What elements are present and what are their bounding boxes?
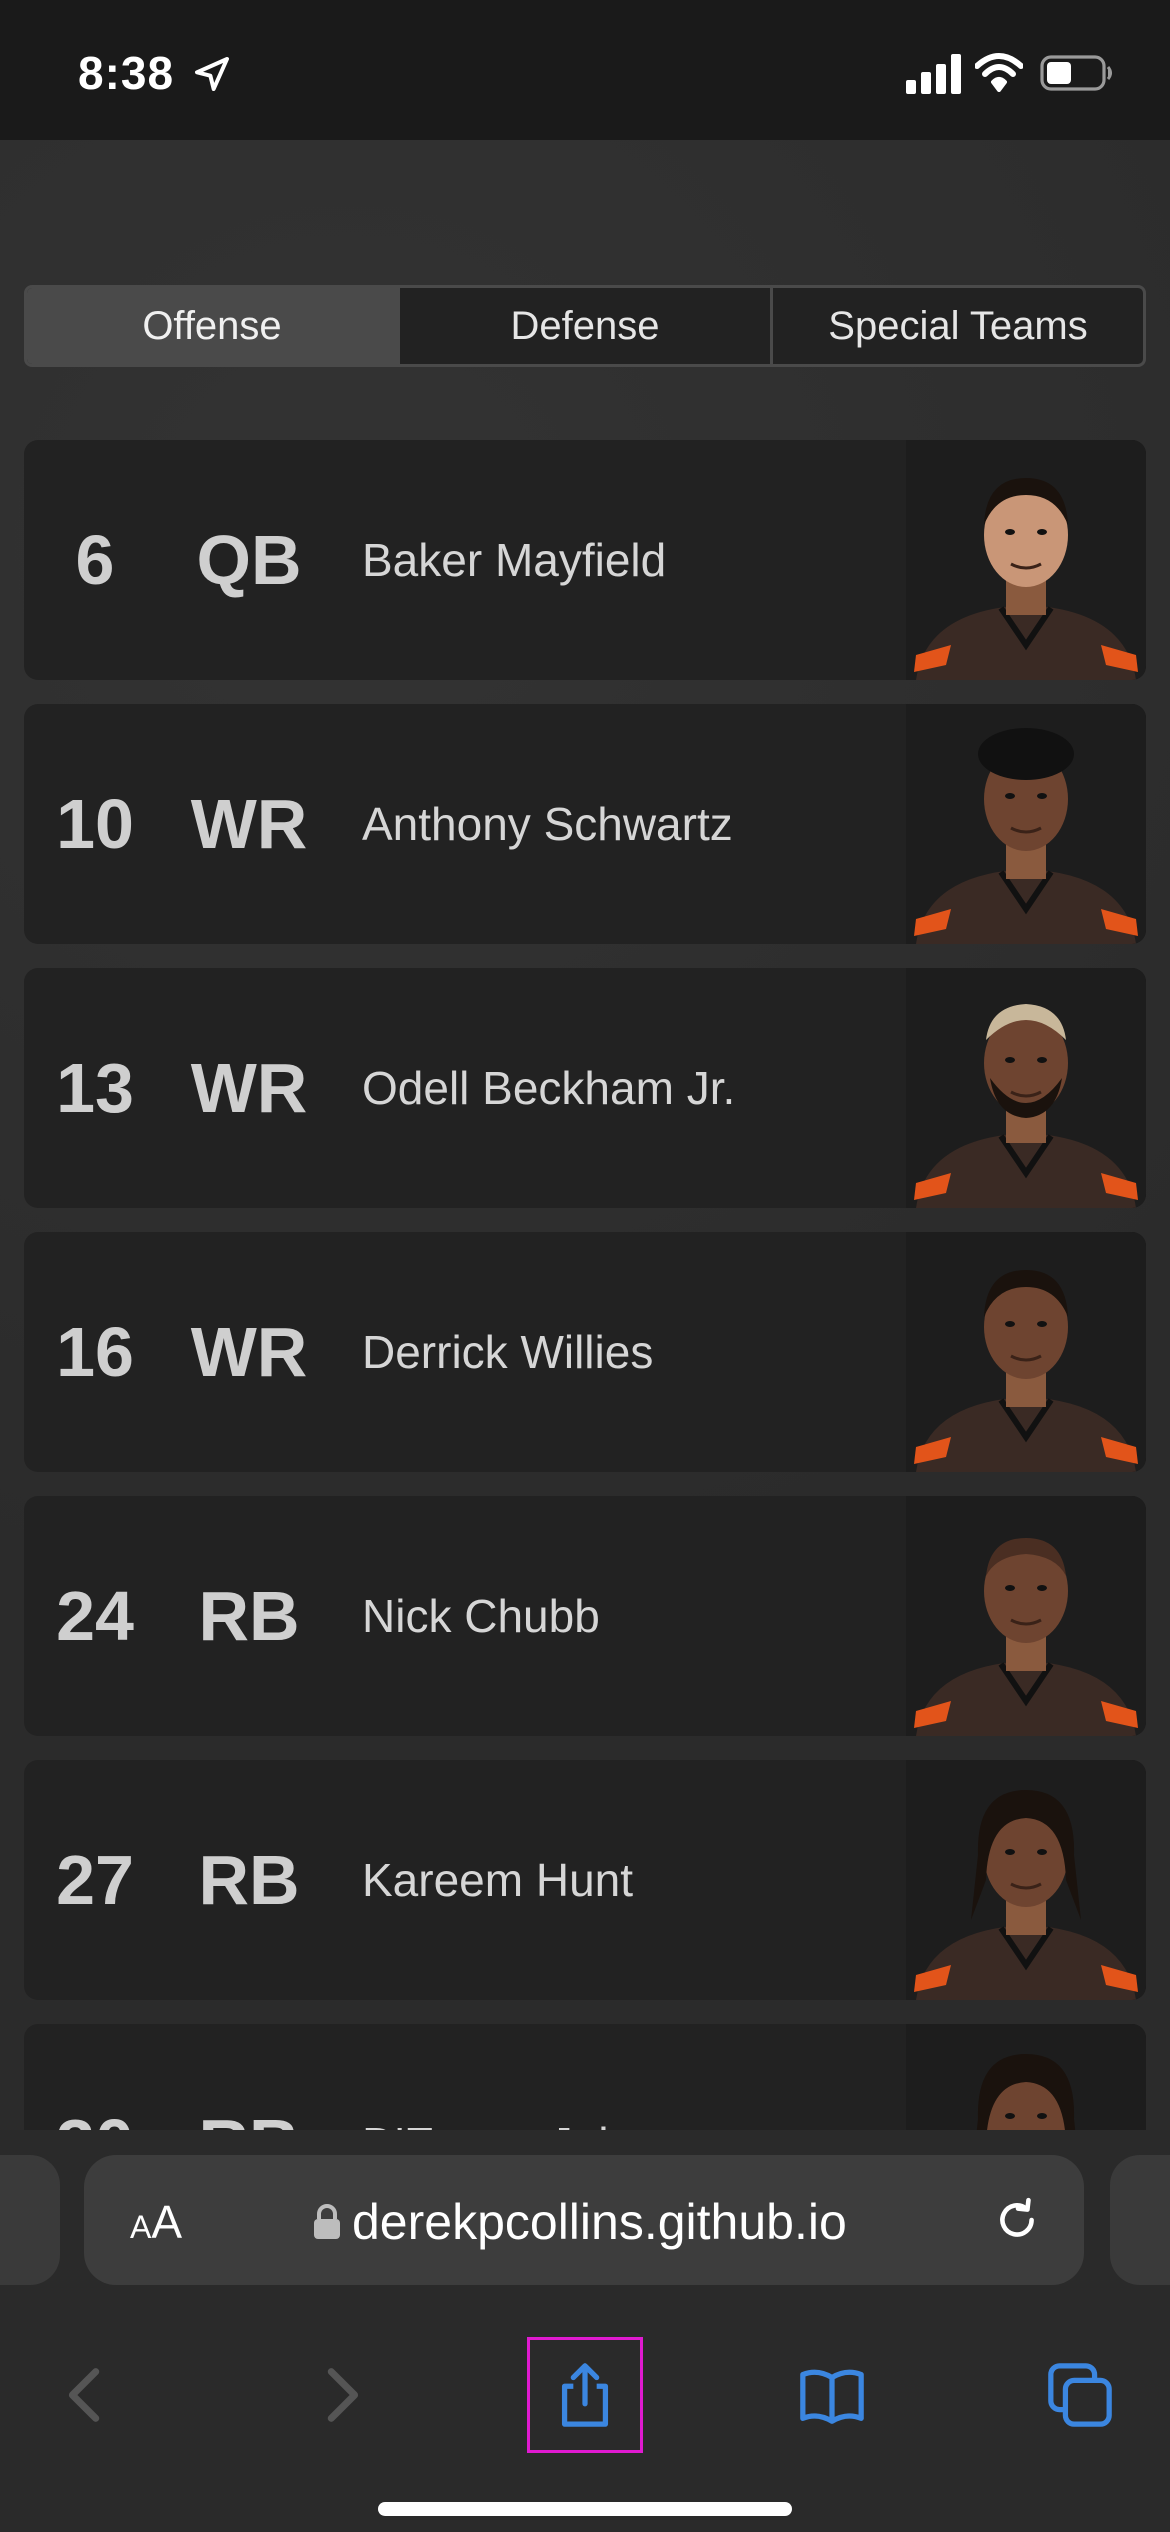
player-position: RB xyxy=(198,1841,300,1919)
chevron-left-icon xyxy=(68,2368,100,2422)
player-row[interactable]: 10 WR Anthony Schwartz xyxy=(24,704,1146,944)
location-arrow-icon xyxy=(195,57,229,91)
share-button[interactable] xyxy=(527,2337,643,2453)
bookmarks-button[interactable] xyxy=(777,2340,887,2450)
player-number: 27 xyxy=(56,1841,134,1919)
headshot-image xyxy=(906,2024,1146,2130)
wifi-icon xyxy=(975,53,1023,92)
aa-large-label: A xyxy=(151,2196,183,2248)
player-photo xyxy=(906,968,1146,1208)
player-position: WR xyxy=(190,785,308,863)
book-icon xyxy=(800,2369,864,2424)
player-photo xyxy=(906,1232,1146,1472)
player-name: Odell Beckham Jr. xyxy=(362,1062,736,1114)
headshot-image xyxy=(906,440,1146,680)
tabs-button[interactable] xyxy=(1025,2340,1135,2450)
player-name: Anthony Schwartz xyxy=(362,798,733,850)
aa-small-label: A xyxy=(130,2209,152,2245)
status-bar: 8:38 xyxy=(0,0,1170,140)
player-number: 10 xyxy=(56,785,134,863)
share-icon xyxy=(561,2363,609,2427)
tab-defense[interactable]: Defense xyxy=(400,288,773,364)
player-number: 24 xyxy=(56,1577,134,1655)
player-row[interactable]: 6 QB Baker Mayfield xyxy=(24,440,1146,680)
player-name: Baker Mayfield xyxy=(362,534,667,586)
headshot-image xyxy=(906,968,1146,1208)
player-row[interactable]: 24 RB Nick Chubb xyxy=(24,1496,1146,1736)
back-button[interactable] xyxy=(32,2340,142,2450)
reload-icon[interactable] xyxy=(992,2195,1042,2245)
next-tab-peek[interactable] xyxy=(1110,2155,1170,2285)
player-photo xyxy=(906,440,1146,680)
player-name: Derrick Willies xyxy=(362,1326,654,1378)
player-name: Nick Chubb xyxy=(362,1590,600,1642)
player-position: QB xyxy=(196,521,302,599)
home-indicator xyxy=(378,2502,792,2516)
player-row[interactable]: 16 WR Derrick Willies xyxy=(24,1232,1146,1472)
page-settings-button[interactable]: AA xyxy=(130,2195,182,2249)
player-photo xyxy=(906,1760,1146,2000)
player-position: RB xyxy=(174,2024,324,2130)
player-photo xyxy=(906,1496,1146,1736)
player-number: 6 xyxy=(75,521,115,599)
player-position: WR xyxy=(190,1049,308,1127)
url-text: derekpcollins.github.io xyxy=(352,2194,847,2250)
tab-offense[interactable]: Offense xyxy=(27,288,400,364)
player-number: 16 xyxy=(56,1313,134,1391)
previous-tab-peek[interactable] xyxy=(0,2155,60,2285)
player-name: D'Ernest Johnson xyxy=(362,2024,724,2130)
player-name: Kareem Hunt xyxy=(362,1854,634,1906)
address-bar[interactable]: AA derekpcollins.github.io xyxy=(84,2155,1084,2285)
headshot-image xyxy=(906,1232,1146,1472)
bottom-toolbar xyxy=(0,2300,1170,2532)
cellular-signal-icon xyxy=(906,54,961,94)
roster-list: 6 QB Baker Mayfield 10 WR Anthony Schwar… xyxy=(24,440,1146,2130)
player-number: 13 xyxy=(56,1049,134,1127)
forward-button[interactable] xyxy=(285,2340,395,2450)
tab-special-teams[interactable]: Special Teams xyxy=(773,288,1143,364)
player-row[interactable]: 30 RB D'Ernest Johnson xyxy=(24,2024,1146,2130)
headshot-image xyxy=(906,1760,1146,2000)
tabs-icon xyxy=(1048,2363,1112,2427)
headshot-image xyxy=(906,1496,1146,1736)
address-bar-area: AA derekpcollins.github.io xyxy=(0,2130,1170,2300)
player-photo xyxy=(906,2024,1146,2130)
player-position: WR xyxy=(190,1313,308,1391)
player-photo xyxy=(906,704,1146,944)
headshot-image xyxy=(906,704,1146,944)
battery-icon xyxy=(1040,55,1112,91)
player-position: RB xyxy=(198,1577,300,1655)
player-row[interactable]: 27 RB Kareem Hunt xyxy=(24,1760,1146,2000)
player-number: 30 xyxy=(24,2024,166,2130)
player-row[interactable]: 13 WR Odell Beckham Jr. xyxy=(24,968,1146,1208)
unit-segmented-control: Offense Defense Special Teams xyxy=(24,285,1146,367)
status-time: 8:38 xyxy=(78,47,175,99)
lock-icon xyxy=(314,2204,340,2239)
chevron-right-icon xyxy=(327,2368,359,2422)
